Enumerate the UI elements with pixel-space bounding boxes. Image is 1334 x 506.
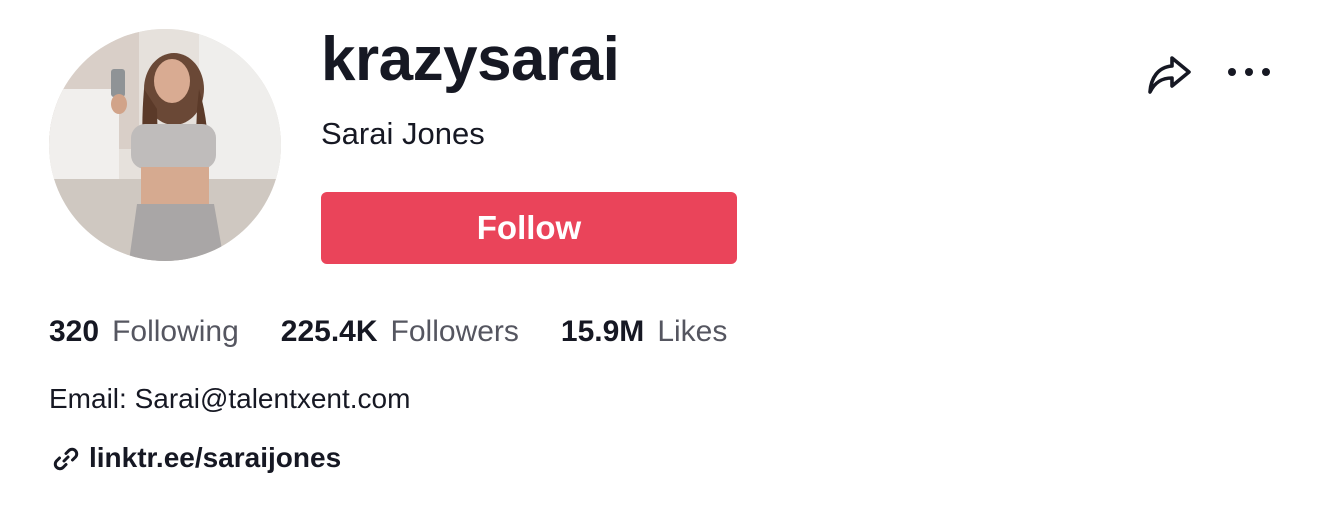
stat-following[interactable]: 320 Following xyxy=(49,310,239,354)
stats-row: 320 Following 225.4K Followers 15.9M Lik… xyxy=(49,310,769,354)
link-icon xyxy=(52,444,80,472)
stat-value: 320 xyxy=(49,315,100,348)
avatar[interactable] xyxy=(49,29,281,261)
username: krazysarai xyxy=(321,25,620,94)
stat-value: 225.4K xyxy=(280,315,378,348)
stat-label: Following xyxy=(112,315,239,348)
stat-likes: 15.9M Likes xyxy=(561,310,727,354)
stat-label: Likes xyxy=(657,315,728,348)
nickname: Sarai Jones xyxy=(321,116,485,151)
share-icon[interactable] xyxy=(1145,52,1193,96)
stat-value: 15.9M xyxy=(560,315,645,348)
more-dots-icon[interactable] xyxy=(1226,60,1272,84)
bio-text: Email: Sarai@talentxent.com xyxy=(49,383,411,414)
stat-label: Followers xyxy=(390,315,519,348)
stat-followers[interactable]: 225.4K Followers xyxy=(281,310,519,354)
link-text: linktr.ee/saraijones xyxy=(89,442,342,473)
profile-link[interactable]: linktr.ee/saraijones xyxy=(52,438,341,478)
follow-button[interactable]: Follow xyxy=(321,192,737,264)
